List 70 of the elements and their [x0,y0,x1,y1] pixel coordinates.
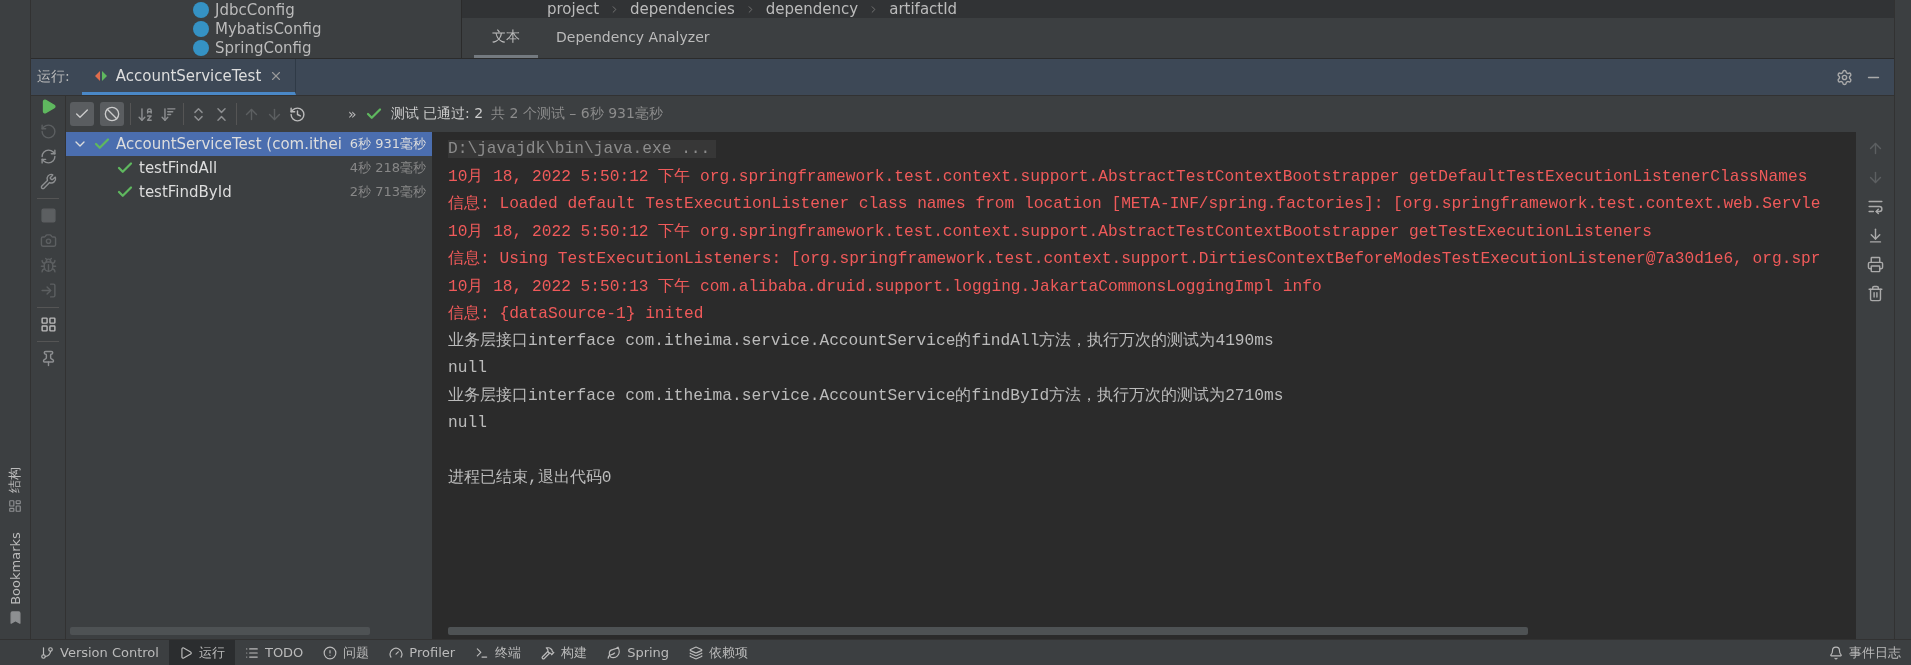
tool-window-label[interactable]: 结构 [6,467,24,493]
test-tree-row[interactable]: testFindById 2秒 713毫秒 [66,180,432,204]
wrap-icon[interactable] [1866,198,1884,215]
more-button[interactable]: » [348,106,357,122]
breadcrumb[interactable]: dependencies [630,0,735,18]
console-line: null [448,413,487,432]
run-icon [178,645,193,660]
tool-window-button[interactable]: Profiler [379,640,466,665]
editor-tab[interactable]: Dependency Analyzer [538,18,728,58]
class-icon [193,1,209,18]
test-summary: 共 2 个测试 – 6秒 931毫秒 [491,105,663,123]
vcs-icon [40,645,54,660]
printer-icon[interactable] [1866,256,1884,273]
console-line: 10月 18, 2022 5:50:12 下午 org.springframework.test.context.support.AbstractTestContextBootstrapper getTestExecutionListeners [448,221,1652,242]
layout-icon[interactable] [39,316,57,333]
breadcrumb[interactable]: project [547,0,600,18]
console-line: 信息: {dataSource-1} inited [448,304,704,325]
run-tab[interactable]: AccountServiceTest [81,59,297,95]
tool-window-label[interactable]: Bookmarks [7,532,23,605]
problems-icon [323,645,338,660]
console-line: 10月 18, 2022 5:50:13 下午 com.alibaba.druid.support.logging.JakartaCommonsLoggingImpl info [448,276,1322,297]
filter-toggle[interactable] [70,102,94,126]
console-line: 信息: Using TestExecutionListeners: [org.springframework.test.context.support.DirtiesContextBeforeModesTestExecutionListener@7a30d1e6, org.spr [448,249,1821,270]
console-line: 信息: Loaded default TestExecutionListener class names from location [META-INF/spring.factories]: [org.springframework.test.context.web.Servle [448,194,1821,215]
refresh-icon[interactable] [39,148,57,165]
todo-icon [244,645,259,660]
ban-icon [104,106,120,122]
breadcrumb[interactable]: artifactId [889,0,958,18]
class-icon [193,20,209,37]
structure-icon[interactable] [8,499,22,513]
breadcrumb[interactable]: dependency [765,0,859,18]
exit-icon[interactable] [39,282,57,299]
tool-window-title: 运行: [36,68,71,86]
project-tree-item[interactable]: MybatisConfig [31,19,461,38]
scrollbar[interactable] [448,627,1528,635]
test-status: 测试 已通过: 2 [390,105,484,123]
tool-window-button[interactable]: 依赖项 [679,640,759,665]
tool-window-button[interactable]: 终端 [465,640,532,665]
bookmark-icon[interactable] [7,610,23,625]
history-icon[interactable] [289,105,306,123]
console-line: 业务层接口interface com.itheima.service.AccountService的findAll方法，执行万次的测试为4190ms [448,330,1274,352]
trash-icon[interactable] [1866,285,1884,302]
class-icon [193,39,209,56]
test-tree-row[interactable]: testFindAll 4秒 218毫秒 [66,156,432,180]
test-tree-row[interactable]: AccountServiceTest (com.ithei 6秒 931毫秒 [66,132,432,156]
tool-window-button[interactable]: TODO [234,640,314,665]
test-class-icon [93,68,108,83]
tool-window-button[interactable]: 事件日志 [1819,640,1911,665]
console-line: null [448,358,487,377]
sort-duration-icon[interactable] [160,105,177,123]
tool-window-button[interactable]: Version Control [30,640,169,665]
tool-window-button[interactable]: Spring [597,640,680,665]
tool-window-button[interactable]: 运行 [168,640,235,665]
project-tree-item[interactable]: SpringConfig [31,38,461,57]
sort-alphabetical-icon[interactable] [137,105,154,123]
console-line: 10月 18, 2022 5:50:12 下午 org.springframework.test.context.support.AbstractTestContextBootstrapper getDefaultTestExecutionListenerClassNames [448,167,1808,188]
tool-window-button[interactable]: 构建 [531,640,598,665]
project-tree-item[interactable]: JdbcConfig [31,0,461,19]
build-icon [541,645,556,660]
spring-icon [607,645,622,660]
tool-window-button[interactable]: 问题 [313,640,380,665]
console-line: 进程已结束,退出代码0 [448,468,612,489]
bell-icon [1829,645,1843,660]
settings-icon[interactable] [1836,68,1853,86]
profiler-icon [389,645,404,660]
terminal-icon [475,645,490,660]
filter-toggle[interactable] [100,102,124,126]
deps-icon [689,645,704,660]
console-line: 业务层接口interface com.itheima.service.AccountService的findById方法，执行万次的测试为2710ms [448,385,1284,407]
wrench-icon[interactable] [39,173,57,190]
